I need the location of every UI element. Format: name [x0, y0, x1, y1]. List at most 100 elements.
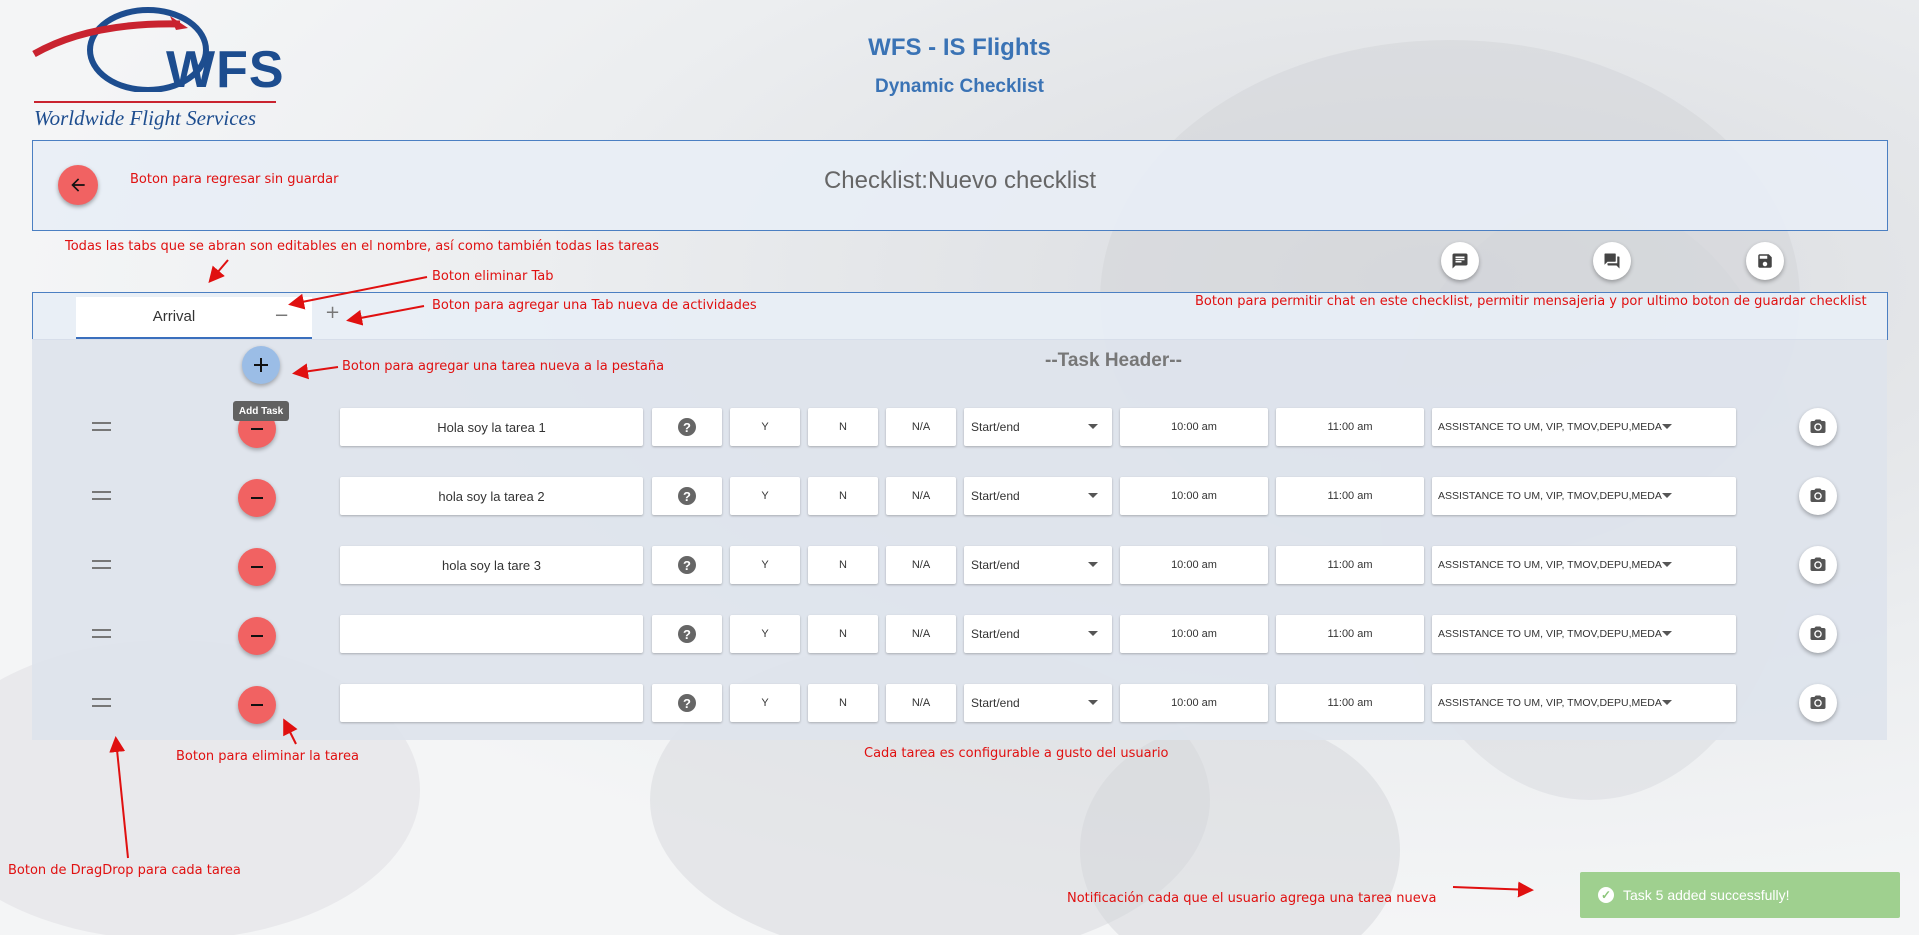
chevron-down-icon	[1088, 700, 1098, 705]
enable-messaging-button[interactable]	[1593, 242, 1631, 280]
drag-handle-icon[interactable]	[92, 560, 111, 574]
add-task-button[interactable]	[242, 346, 280, 384]
delete-task-button[interactable]	[238, 617, 276, 655]
task-assistance-value: ASSISTANCE TO UM, VIP, TMOV,DEPU,MEDA	[1438, 490, 1662, 502]
task-na-option[interactable]: N/A	[886, 408, 956, 446]
task-name-input[interactable]: Hola soy la tarea 1	[340, 408, 643, 446]
enable-chat-button[interactable]	[1441, 242, 1479, 280]
drag-handle-icon[interactable]	[92, 629, 111, 643]
task-type-value: Start/end	[971, 558, 1020, 572]
task-yes-option[interactable]: Y	[730, 684, 800, 722]
chevron-down-icon	[1088, 631, 1098, 636]
forum-icon	[1604, 253, 1620, 269]
task-type-select[interactable]: Start/end	[964, 615, 1112, 653]
task-camera-button[interactable]	[1799, 477, 1837, 515]
task-assistance-select[interactable]: ASSISTANCE TO UM, VIP, TMOV,DEPU,MEDA	[1432, 408, 1736, 446]
chevron-down-icon	[1662, 631, 1672, 636]
add-task-tooltip: Add Task	[233, 401, 289, 421]
task-type-select[interactable]: Start/end	[964, 477, 1112, 515]
chat-icon	[1452, 253, 1468, 269]
task-row: hola soy la tare 3? Y N N/A Start/end 10:00 a…	[0, 543, 1919, 589]
task-header: --Task Header--	[1045, 350, 1182, 371]
chevron-down-icon	[1088, 493, 1098, 498]
task-end-time[interactable]: 11:00 am	[1276, 477, 1424, 515]
task-camera-button[interactable]	[1799, 408, 1837, 446]
task-no-option[interactable]: N	[808, 408, 878, 446]
task-yes-option[interactable]: Y	[730, 408, 800, 446]
task-name-input[interactable]	[340, 684, 643, 722]
delete-task-button[interactable]	[238, 548, 276, 586]
chevron-down-icon	[1662, 493, 1672, 498]
task-yes-option[interactable]: Y	[730, 615, 800, 653]
task-type-select[interactable]: Start/end	[964, 408, 1112, 446]
add-tab-button[interactable]: +	[325, 302, 340, 323]
task-end-time[interactable]: 11:00 am	[1276, 615, 1424, 653]
camera-icon	[1810, 626, 1826, 640]
delete-task-button[interactable]	[238, 479, 276, 517]
task-assistance-select[interactable]: ASSISTANCE TO UM, VIP, TMOV,DEPU,MEDA	[1432, 546, 1736, 584]
task-start-time[interactable]: 10:00 am	[1120, 684, 1268, 722]
help-icon: ?	[678, 487, 696, 505]
task-name-input[interactable]: hola soy la tare 3	[340, 546, 643, 584]
task-type-select[interactable]: Start/end	[964, 546, 1112, 584]
task-yes-option[interactable]: Y	[730, 546, 800, 584]
task-end-time[interactable]: 11:00 am	[1276, 546, 1424, 584]
task-help-button[interactable]: ?	[652, 684, 722, 722]
chevron-down-icon	[1662, 562, 1672, 567]
task-name-input[interactable]	[340, 615, 643, 653]
remove-tab-button[interactable]: −	[274, 305, 289, 326]
tab-arrival[interactable]: Arrival −	[76, 297, 312, 339]
task-row: ? Y N N/A Start/end 10:00 am 11:00 am ASSISTANC…	[0, 681, 1919, 727]
minus-icon	[251, 566, 263, 568]
task-no-option[interactable]: N	[808, 477, 878, 515]
app-title: WFS - IS Flights	[868, 34, 1051, 61]
check-circle-icon: ✓	[1598, 887, 1614, 903]
task-start-time[interactable]: 10:00 am	[1120, 546, 1268, 584]
plus-icon	[254, 358, 268, 372]
task-start-time[interactable]: 10:00 am	[1120, 477, 1268, 515]
annotation-tabs-editable: Todas las tabs que se abran son editable…	[65, 239, 660, 254]
task-start-time[interactable]: 10:00 am	[1120, 615, 1268, 653]
task-row: ? Y N N/A Start/end 10:00 am 11:00 am ASSISTANC…	[0, 612, 1919, 658]
camera-icon	[1810, 557, 1826, 571]
task-end-time[interactable]: 11:00 am	[1276, 684, 1424, 722]
task-help-button[interactable]: ?	[652, 615, 722, 653]
task-na-option[interactable]: N/A	[886, 546, 956, 584]
drag-handle-icon[interactable]	[92, 698, 111, 712]
task-assistance-select[interactable]: ASSISTANCE TO UM, VIP, TMOV,DEPU,MEDA	[1432, 684, 1736, 722]
annotation-notification: Notificación cada que el usuario agrega …	[1067, 891, 1437, 906]
task-no-option[interactable]: N	[808, 546, 878, 584]
task-na-option[interactable]: N/A	[886, 477, 956, 515]
tab-label[interactable]: Arrival	[76, 308, 272, 325]
task-help-button[interactable]: ?	[652, 408, 722, 446]
help-icon: ?	[678, 625, 696, 643]
task-na-option[interactable]: N/A	[886, 684, 956, 722]
task-yes-option[interactable]: Y	[730, 477, 800, 515]
drag-handle-icon[interactable]	[92, 491, 111, 505]
camera-icon	[1810, 695, 1826, 709]
tasks-panel	[32, 339, 1887, 740]
task-assistance-select[interactable]: ASSISTANCE TO UM, VIP, TMOV,DEPU,MEDA	[1432, 615, 1736, 653]
task-type-value: Start/end	[971, 489, 1020, 503]
task-assistance-select[interactable]: ASSISTANCE TO UM, VIP, TMOV,DEPU,MEDA	[1432, 477, 1736, 515]
task-camera-button[interactable]	[1799, 546, 1837, 584]
task-camera-button[interactable]	[1799, 684, 1837, 722]
task-no-option[interactable]: N	[808, 684, 878, 722]
task-na-option[interactable]: N/A	[886, 615, 956, 653]
task-end-time[interactable]: 11:00 am	[1276, 408, 1424, 446]
drag-handle-icon[interactable]	[92, 422, 111, 436]
camera-icon	[1810, 488, 1826, 502]
task-type-select[interactable]: Start/end	[964, 684, 1112, 722]
task-camera-button[interactable]	[1799, 615, 1837, 653]
task-no-option[interactable]: N	[808, 615, 878, 653]
task-assistance-value: ASSISTANCE TO UM, VIP, TMOV,DEPU,MEDA	[1438, 559, 1662, 571]
task-help-button[interactable]: ?	[652, 477, 722, 515]
task-help-button[interactable]: ?	[652, 546, 722, 584]
task-name-input[interactable]: hola soy la tarea 2	[340, 477, 643, 515]
task-start-time[interactable]: 10:00 am	[1120, 408, 1268, 446]
minus-icon	[251, 635, 263, 637]
delete-task-button[interactable]	[238, 686, 276, 724]
annotation-delete-task: Boton para eliminar la tarea	[176, 749, 359, 764]
save-checklist-button[interactable]	[1746, 242, 1784, 280]
minus-icon	[251, 428, 263, 430]
